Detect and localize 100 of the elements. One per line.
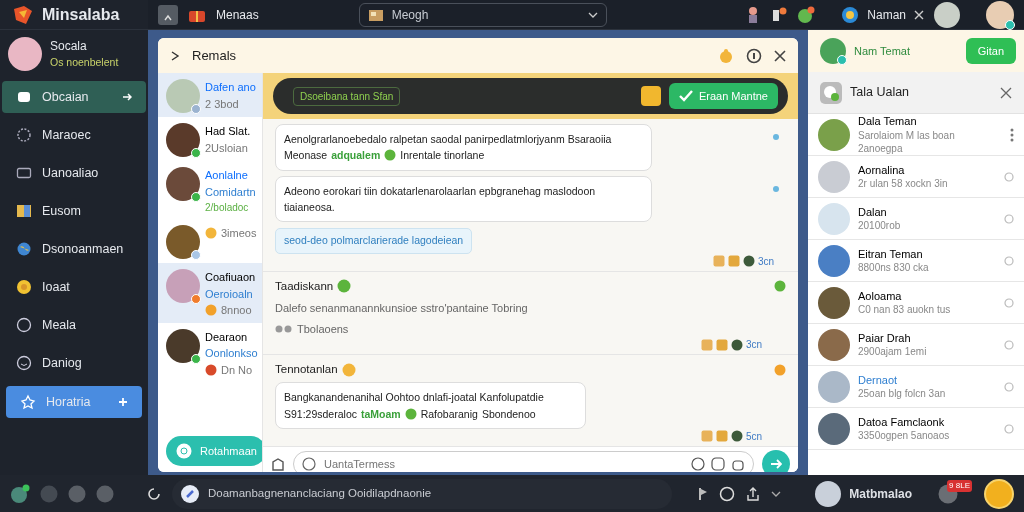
message-text: Rafobaranig [420,406,478,422]
avatar [818,412,850,445]
nav-item[interactable]: Daniog [2,347,146,379]
friend-name: Aornalina [858,162,906,178]
contact-name: Dearaon [205,329,249,345]
friend-name: Dala Teman [858,114,918,129]
unread-dot-icon [772,133,780,141]
message-time: Dn No [221,362,253,378]
chat-title: Remals [192,46,238,65]
plus-icon [118,397,128,407]
avatar [818,244,850,277]
menu-button[interactable] [984,478,1014,509]
avatar [818,118,850,151]
sticker-icon [700,338,713,351]
close-icon[interactable] [1000,86,1012,99]
logo-icon [12,4,34,25]
contact-name: Had Slat. [205,124,251,139]
friend-status: Sarolaiom M las boan [858,128,956,142]
friend-name: Eitran Teman [858,246,924,262]
contact-name: Aonlalne [205,168,249,183]
message-text: Meonase [284,148,328,164]
sticker-icon [715,430,728,443]
nav-icon [16,165,32,181]
avatar [818,202,850,235]
message-text: taMoam [360,406,401,422]
post-text: Dalefo senanmanannkunsioe sstro'pantaine Tobring [275,301,529,317]
camera-icon[interactable] [731,457,745,472]
nav-item[interactable]: Eusom [2,195,146,227]
status-icon [1004,339,1014,350]
status-icon [1004,213,1014,224]
nav-item[interactable]: Meala [2,309,146,341]
back-button[interactable] [158,4,178,25]
link-preview[interactable]: seod-deo polmarclarierade lagodeiean [275,228,473,254]
friend-name: Paiar Drah [858,330,912,346]
message-text: Sbondenoo [481,406,536,422]
message-text: adqualem [331,148,381,164]
close-icon[interactable] [774,49,786,62]
chevron-icon[interactable] [771,489,782,498]
status-icon [1004,255,1014,266]
message-preview: Oeroioaln [205,286,254,302]
status-icon [1004,381,1014,392]
friend-item[interactable]: Dala Teman Sarolaiom M las boan 2anoegpa [808,114,1024,156]
message-time: 3imeos [221,226,257,241]
message-preview: 2/boladoc [205,201,250,215]
message-text: S91:29sderaloc [284,406,357,422]
sticker-icon [700,430,713,443]
account-name: Naman [867,6,906,24]
nav-icon [16,203,32,219]
nav-item[interactable]: Uanoaliao [2,157,146,189]
more-icon[interactable] [1010,127,1014,142]
status-dot [837,55,847,65]
nav-icon [16,317,32,333]
contact-name: Coafiuaon [205,270,256,285]
nav-item[interactable]: Obcaian [2,81,146,113]
notification-badge: 9 8LE [947,479,972,492]
nav-icon [16,355,32,371]
avatar [8,37,42,71]
friend-status: 20100rob [858,219,902,233]
message-preview: Oonlonkso [205,346,258,361]
avatar [818,370,850,403]
app-title: Minsalaba [42,4,120,25]
search-field[interactable]: Doamanbagnenanclaciang Ooidilapdnaonie [172,478,672,509]
sticker-icon[interactable] [711,457,725,472]
sticker-icon [727,255,740,268]
avatar [818,160,850,193]
conversation-item[interactable]: Coafiuaon Oeroioaln 8nnoo [158,263,262,323]
message-time: 8nnoo [221,303,252,318]
friend-name: Datoa Famclaonk [858,414,946,430]
check-icon [678,90,693,102]
friend-status: 2r ulan 58 xockn 3in [858,177,949,191]
friend-status: 25oan blg folcn 3an [858,387,947,401]
status-icon [1004,171,1014,182]
profile-name: Socala [50,38,88,56]
nav-icon [16,89,32,105]
message-text: Bangkanandenanihal Oohtoo dnlafi-joatal Kanfolupatdie [284,390,544,406]
conversation-item[interactable]: Dafen ano 2 3bod [158,73,262,117]
avatar [934,1,960,28]
breadcrumb: Menaas [216,6,259,24]
status-icon [1004,297,1014,308]
nav-item[interactable]: Dsonoanmaen [2,233,146,265]
status-dot [1005,19,1015,30]
message-text: Adeono eorokari tiin dokatarlenarolaarlan epbgranehag maslodoon tiaianeosa. [284,183,597,215]
message-time: 3cn [745,338,762,353]
chat-icon[interactable] [10,483,30,504]
nav-item[interactable]: Maraoec [2,119,146,151]
nav-icon [16,279,32,295]
sticker-button[interactable] [640,86,661,106]
message-preview: 2 3bod [205,96,240,112]
pinned-tag: Dsoeibana tann Sfan [293,86,401,106]
friend-name: Dernaot [858,372,899,388]
info-icon[interactable] [746,47,762,64]
dropdown[interactable]: Meogh [358,2,607,27]
profile-status: Os noenbelent [50,55,119,71]
nav-item[interactable]: Ioaat [2,271,146,303]
share-icon[interactable] [745,485,762,502]
friend-status: 8800ns 830 cka [858,261,930,275]
friend-status: C0 nan 83 auokn tus [858,303,952,317]
avatar [818,286,850,319]
message-preview: 2Usloian [205,140,249,156]
refresh-icon[interactable] [146,485,162,502]
